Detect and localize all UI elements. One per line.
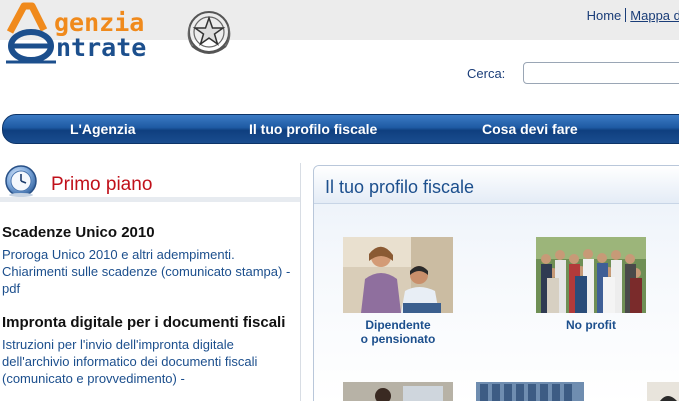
building-photo-partial[interactable] — [476, 382, 584, 401]
search-label: Cerca: — [467, 66, 506, 81]
partial-photo-image — [343, 382, 453, 401]
no-profit-caption-text: No profit — [566, 318, 616, 332]
republic-emblem-icon — [187, 11, 231, 54]
logo-line-2: ntrate — [56, 33, 147, 62]
agenzia-entrate-logo[interactable]: genzia ntrate — [0, 0, 190, 70]
primo-piano-title: Primo piano — [51, 174, 153, 195]
news-text-link[interactable]: Proroga Unico 2010 e altri adempimenti. … — [2, 246, 298, 297]
no-profit-photo[interactable] — [536, 237, 646, 313]
news-title[interactable]: Impronta digitale per i documenti fiscal… — [2, 314, 298, 332]
page-header: genzia ntrate Home Mappa del Cerca: — [0, 0, 679, 112]
group-photo-image — [536, 237, 646, 313]
news-text-link[interactable]: Istruzioni per l'invio dell'impronta dig… — [2, 336, 298, 387]
dipendente-caption[interactable]: Dipendente o pensionato — [343, 318, 453, 346]
search-input[interactable] — [523, 62, 679, 84]
news-item: Scadenze Unico 2010 Proroga Unico 2010 e… — [2, 224, 298, 297]
logo-a-icon — [6, 2, 56, 64]
primo-piano-underline — [0, 197, 300, 202]
profilo-fiscale-panel: Il tuo profilo fiscale Dipendente o pens… — [313, 165, 679, 401]
dipendente-caption-text: Dipendente o pensionato — [360, 318, 436, 346]
primo-piano-section: Primo piano Scadenze Unico 2010 Proroga … — [0, 163, 300, 401]
top-links: Home Mappa del — [587, 8, 679, 23]
people-photo-image — [343, 237, 453, 313]
column-divider — [300, 163, 301, 401]
main-nav: L'Agenzia Il tuo profilo fiscale Cosa de… — [2, 114, 679, 144]
dipendente-photo[interactable] — [343, 237, 453, 313]
nav-item-profilo-fiscale[interactable]: Il tuo profilo fiscale — [249, 121, 377, 137]
clock-icon — [5, 165, 37, 197]
site-map-link[interactable]: Mappa del — [630, 8, 679, 23]
building-photo-image — [476, 382, 584, 401]
news-title[interactable]: Scadenze Unico 2010 — [2, 224, 298, 242]
no-profit-caption[interactable]: No profit — [536, 318, 646, 332]
link-separator — [625, 8, 627, 22]
nav-item-agenzia[interactable]: L'Agenzia — [70, 121, 136, 137]
home-link[interactable]: Home — [587, 8, 622, 23]
primo-piano-header: Primo piano — [0, 163, 300, 201]
person-photo-partial[interactable] — [647, 382, 679, 401]
profile-photo-partial[interactable] — [343, 382, 453, 401]
nav-item-cosa-devi-fare[interactable]: Cosa devi fare — [482, 121, 578, 137]
profilo-fiscale-title: Il tuo profilo fiscale — [325, 177, 475, 197]
profilo-fiscale-header: Il tuo profilo fiscale — [314, 166, 679, 204]
person-photo-image — [647, 382, 679, 401]
news-item: Impronta digitale per i documenti fiscal… — [2, 314, 298, 387]
